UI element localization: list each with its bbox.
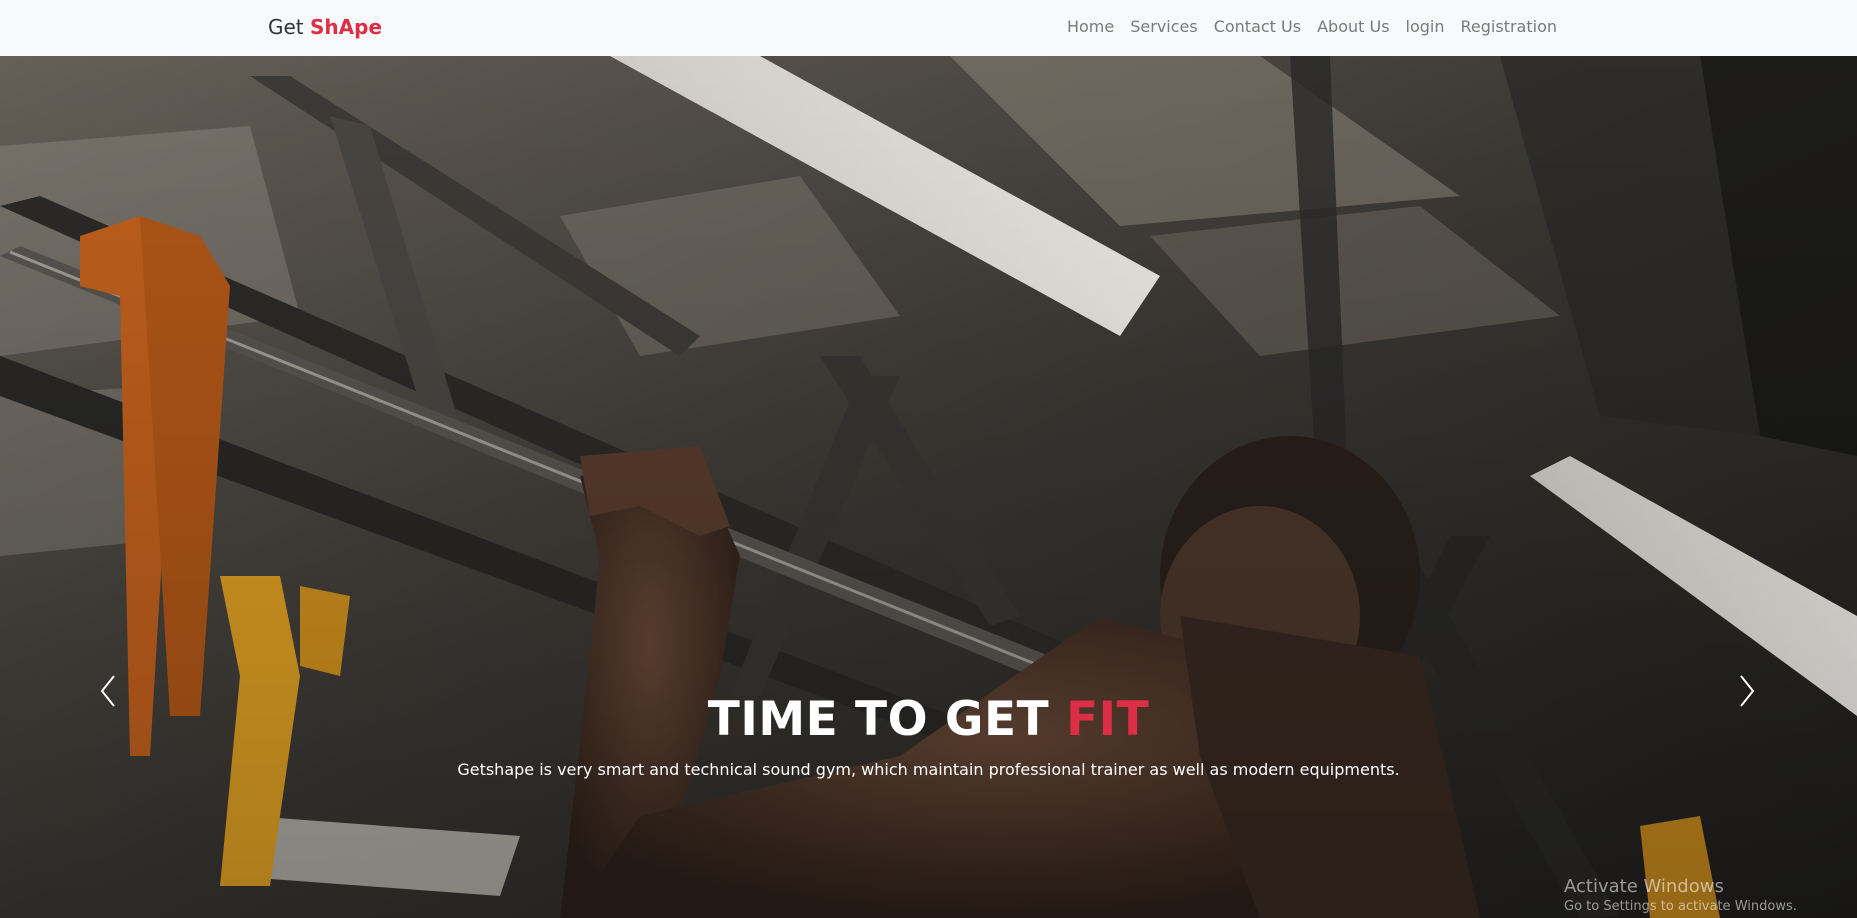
brand-accent: ShApe — [310, 15, 383, 39]
navbar: Get ShApe Home Services Contact Us About… — [0, 0, 1857, 56]
hero-caption: TIME TO GET FIT Getshape is very smart a… — [0, 694, 1857, 779]
hero-title: TIME TO GET FIT — [0, 694, 1857, 746]
nav-link-login[interactable]: login — [1406, 17, 1445, 36]
hero-subtitle: Getshape is very smart and technical sou… — [457, 759, 1400, 779]
brand-prefix: Get — [268, 15, 304, 39]
nav-link-contact-us[interactable]: Contact Us — [1214, 17, 1301, 36]
nav-link-about-us[interactable]: About Us — [1317, 17, 1389, 36]
activate-windows-watermark: Activate Windows Go to Settings to activ… — [1564, 876, 1797, 914]
hero-title-main: TIME TO GET — [707, 692, 1050, 747]
nav-link-registration[interactable]: Registration — [1461, 17, 1557, 36]
watermark-line1: Activate Windows — [1564, 876, 1724, 897]
nav-link-home[interactable]: Home — [1067, 17, 1114, 36]
hero-carousel: TIME TO GET FIT Getshape is very smart a… — [0, 56, 1857, 918]
nav-link-services[interactable]: Services — [1130, 17, 1197, 36]
watermark-line2: Go to Settings to activate Windows. — [1564, 899, 1797, 914]
brand-logo[interactable]: Get ShApe — [268, 15, 382, 39]
hero-title-accent: FIT — [1066, 692, 1150, 747]
page: Get ShApe Home Services Contact Us About… — [0, 0, 1857, 918]
hero-overlay — [0, 56, 1857, 918]
nav-links: Home Services Contact Us About Us login … — [1067, 17, 1557, 36]
